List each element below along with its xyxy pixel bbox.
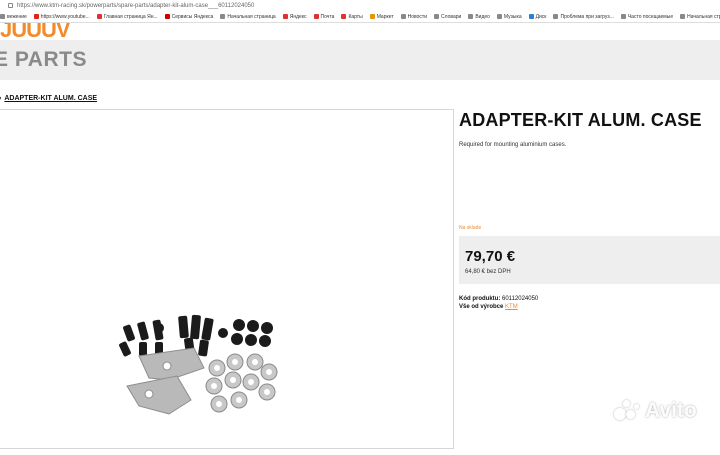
- bookmark-favicon-icon: [164, 14, 170, 19]
- address-bar[interactable]: https://www.ktm-racing.sk/powerparts/spa…: [0, 0, 720, 11]
- bookmark-item[interactable]: Маркет: [369, 13, 394, 20]
- bookmark-label: Маркет: [376, 13, 394, 20]
- product-maker-label: Vše od výrobce: [459, 304, 504, 310]
- bookmark-label: Новости: [407, 13, 427, 20]
- bookmark-item[interactable]: Музыка: [496, 13, 522, 20]
- product-description: Required for mounting aluminium cases.: [459, 142, 567, 148]
- product-meta: Kód produktu: 60112024050 Vše od výrobce…: [459, 295, 538, 311]
- bookmark-item[interactable]: Главная страница Ян...: [96, 13, 158, 20]
- bookmarks-bar: вежение https://www.youtube... Главная стр…: [0, 11, 720, 23]
- bookmark-favicon-icon: [220, 14, 226, 19]
- price-box: 79,70 € 64,80 € bez DPH: [459, 236, 720, 284]
- bookmark-favicon-icon: [496, 14, 502, 19]
- bookmark-favicon-icon: [680, 14, 686, 19]
- product-maker-row: Vše od výrobce KTM: [459, 303, 538, 311]
- bookmark-item[interactable]: Яндекс: [282, 13, 307, 20]
- bookmark-label: Начальная страница: [227, 13, 276, 20]
- bookmark-label: Яндекс: [289, 13, 307, 20]
- bookmark-item[interactable]: Диск: [528, 13, 547, 20]
- product-maker-link[interactable]: KTM: [505, 304, 518, 310]
- bookmark-label: Сервисы Яндекса: [171, 13, 214, 20]
- bookmark-favicon-icon: [620, 14, 626, 19]
- bookmark-label: Почта: [320, 13, 335, 20]
- price: 79,70 €: [465, 248, 516, 265]
- breadcrumb-current[interactable]: ADAPTER-KIT ALUM. CASE: [4, 95, 97, 102]
- bookmark-favicon-icon: [400, 14, 406, 19]
- bookmark-item[interactable]: Новости: [400, 13, 427, 20]
- bookmark-item[interactable]: https://www.youtube...: [33, 13, 90, 20]
- url-text[interactable]: https://www.ktm-racing.sk/powerparts/spa…: [17, 3, 254, 9]
- bookmark-favicon-icon: [369, 14, 375, 19]
- bookmark-label: Главная страница Ян...: [103, 13, 158, 20]
- product-image[interactable]: [0, 109, 454, 449]
- lock-icon: [8, 3, 13, 8]
- bookmark-item[interactable]: Сервисы Яндекса: [164, 13, 214, 20]
- bookmark-favicon-icon: [33, 14, 39, 19]
- section-banner: E PARTS: [0, 40, 720, 80]
- product-code-label: Kód produktu:: [459, 296, 501, 302]
- bookmark-label: Карты: [348, 13, 363, 20]
- bookmark-item[interactable]: Почта: [313, 13, 335, 20]
- product-title: ADAPTER-KIT ALUM. CASE: [459, 110, 702, 130]
- bookmark-item[interactable]: Проблема при загруз...: [553, 13, 614, 20]
- bookmark-label: Диск: [535, 13, 547, 20]
- avito-watermark-text: Avito: [645, 399, 697, 422]
- bookmark-favicon-icon: [433, 14, 439, 19]
- bookmark-item[interactable]: вежение: [0, 14, 27, 20]
- product-photo: [119, 314, 278, 415]
- bookmark-favicon-icon: [282, 14, 288, 19]
- bookmark-favicon-icon: [468, 14, 474, 19]
- bookmark-favicon-icon: [341, 14, 347, 19]
- section-title: E PARTS: [0, 48, 87, 71]
- bookmark-label: Проблема при загруз...: [560, 13, 614, 20]
- breadcrumb-separator: ›: [0, 95, 1, 102]
- bookmark-item[interactable]: Видео: [468, 14, 490, 20]
- bookmark-item[interactable]: Начальная страница: [680, 14, 720, 20]
- product-code-value: 60112024050: [502, 296, 539, 302]
- bookmark-favicon-icon: [96, 14, 102, 19]
- avito-watermark: Avito: [612, 398, 697, 424]
- avito-logo-icon: [612, 398, 642, 424]
- bookmark-item[interactable]: Часто посещаемые: [620, 13, 674, 20]
- product-code-row: Kód produktu: 60112024050: [459, 295, 538, 303]
- bookmark-label: вежение: [7, 13, 27, 20]
- breadcrumb: › ADAPTER-KIT ALUM. CASE: [0, 95, 97, 102]
- bookmark-label: Часто посещаемые: [627, 13, 674, 20]
- bookmark-label: Музыка: [503, 13, 522, 20]
- bookmark-label: Начальная страница: [687, 13, 720, 20]
- bookmark-label: Словари: [440, 13, 462, 20]
- price-net: 64,80 € bez DPH: [465, 269, 511, 275]
- site-logo[interactable]: JUUUV: [0, 23, 71, 39]
- bookmark-label: https://www.youtube...: [40, 13, 90, 20]
- site-header: JUUUV: [0, 23, 720, 39]
- product-info: ADAPTER-KIT ALUM. CASE Required for moun…: [459, 110, 720, 148]
- bookmark-label: Видео: [475, 13, 490, 20]
- stock-status: Na sklade: [459, 225, 482, 231]
- bookmark-item[interactable]: Начальная страница: [220, 13, 276, 20]
- bookmark-item[interactable]: Карты: [341, 13, 363, 20]
- bookmark-item[interactable]: Словари: [433, 13, 462, 20]
- bookmark-favicon-icon: [313, 14, 319, 19]
- bookmark-favicon-icon: [528, 14, 534, 19]
- bookmark-favicon-icon: [0, 14, 5, 19]
- bookmark-favicon-icon: [553, 14, 559, 19]
